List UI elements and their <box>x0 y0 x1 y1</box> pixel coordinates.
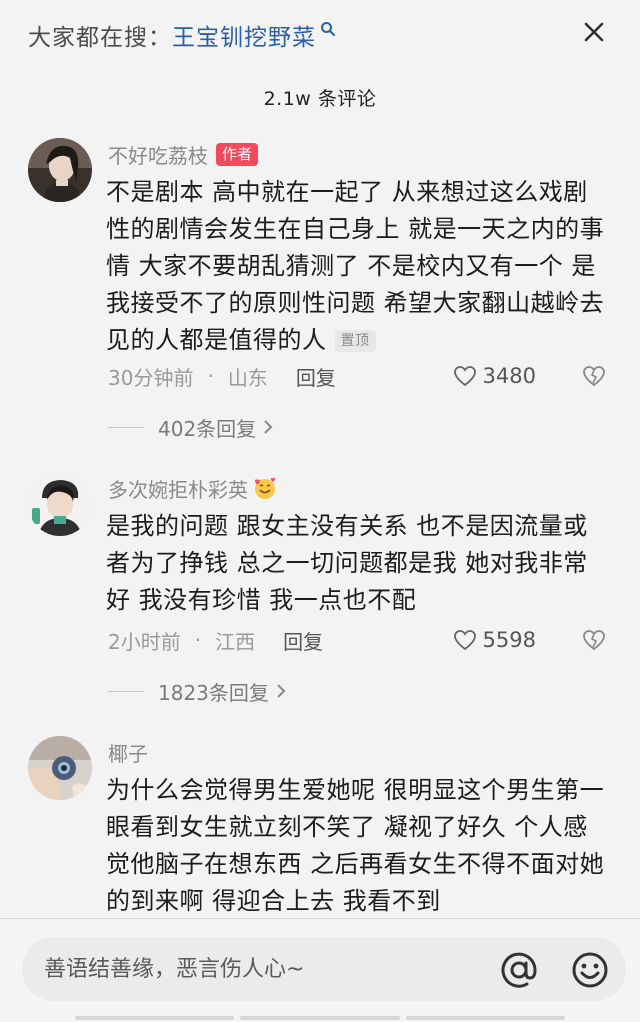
replies-divider <box>108 690 144 692</box>
view-replies-button[interactable]: 1823条回复 <box>108 676 287 706</box>
smiling-face-with-hearts-icon <box>255 477 275 499</box>
comments-page: 大家都在搜： 王宝钏挖野菜 2.1w 条评论 不好吃荔枝 作者 不是剧本 高中就… <box>0 0 640 1022</box>
bottom-indicator <box>75 1016 565 1020</box>
search-suggestion-bar[interactable]: 大家都在搜： 王宝钏挖野菜 <box>0 0 640 70</box>
comment-count-title: 2.1w 条评论 <box>263 88 377 110</box>
comment-text[interactable]: 是我的问题 跟女主没有关系 也不是因流量或者为了挣钱 总之一切问题都是我 她对我… <box>106 508 606 619</box>
like-count: 5598 <box>482 628 536 652</box>
comment-text-content: 不是剧本 高中就在一起了 从来想过这么戏剧性的剧情会发生在自己身上 就是一天之内… <box>106 178 605 354</box>
emoji-icon[interactable] <box>569 949 611 991</box>
comment-text[interactable]: 为什么会觉得男生爱她呢 很明显这个男生第一眼看到女生就立刻不笑了 凝视了好久 个… <box>106 772 606 918</box>
heart-icon <box>453 366 476 387</box>
username[interactable]: 椰子 <box>108 738 148 767</box>
comment-location: 江西 <box>215 629 256 654</box>
comment-time: 2小时前 <box>108 629 181 654</box>
comment-input-bar <box>0 919 640 1022</box>
pinned-tag: 置顶 <box>334 330 376 352</box>
comment-time: 30分钟前 <box>108 365 194 390</box>
meta-separator: · <box>207 364 214 388</box>
like-count: 3480 <box>482 364 536 388</box>
replies-divider <box>108 426 144 428</box>
like-button[interactable]: 3480 <box>453 364 536 388</box>
view-replies-button[interactable]: 402条回复 <box>108 412 274 442</box>
broken-heart-icon[interactable] <box>580 362 608 390</box>
search-icon <box>320 21 336 37</box>
replies-count: 1823条回复 <box>158 680 269 705</box>
chevron-right-icon <box>262 419 274 435</box>
at-mention-icon[interactable] <box>498 949 540 991</box>
author-badge: 作者 <box>216 142 259 166</box>
avatar[interactable] <box>28 736 92 800</box>
close-icon[interactable] <box>576 14 612 50</box>
replies-count: 402条回复 <box>158 416 257 441</box>
comment-location: 山东 <box>227 365 268 390</box>
avatar[interactable] <box>28 138 92 202</box>
broken-heart-icon[interactable] <box>580 626 608 654</box>
comment-text[interactable]: 不是剧本 高中就在一起了 从来想过这么戏剧性的剧情会发生在自己身上 就是一天之内… <box>106 174 606 359</box>
search-keyword-link[interactable]: 王宝钏挖野菜 <box>172 18 316 52</box>
like-button[interactable]: 5598 <box>453 628 536 652</box>
search-prefix: 大家都在搜： <box>28 25 172 51</box>
username[interactable]: 不好吃荔枝 <box>108 140 208 169</box>
chevron-right-icon <box>275 683 287 699</box>
username[interactable]: 多次婉拒朴彩英 <box>108 474 248 503</box>
reply-button[interactable]: 回复 <box>283 626 323 655</box>
reply-button[interactable]: 回复 <box>296 362 336 391</box>
heart-icon <box>453 630 476 651</box>
meta-separator: · <box>194 628 202 652</box>
avatar[interactable] <box>28 472 92 536</box>
